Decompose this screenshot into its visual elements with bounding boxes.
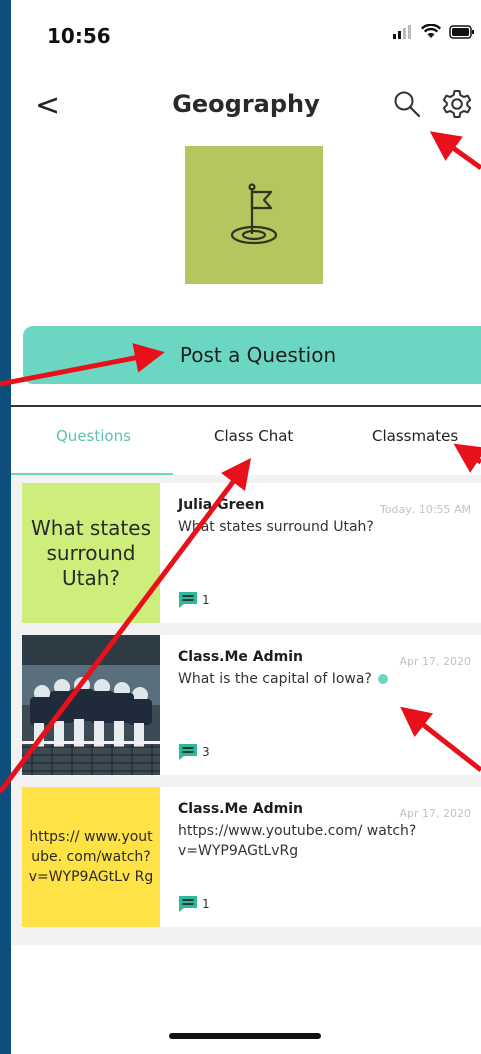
question-text: What is the capital of Iowa? [178, 671, 372, 687]
question-body: Class.Me Admin Apr 17, 2020 https://www.… [160, 787, 481, 927]
comment-count-value: 3 [202, 745, 210, 759]
question-card[interactable]: https:// www.youtube. com/watch? v=WYP9A… [22, 787, 481, 927]
comment-count: 1 [178, 591, 210, 609]
tab-class-chat[interactable]: Class Chat [214, 427, 293, 445]
question-date: Today, 10:55 AM [379, 503, 471, 516]
question-thumbnail [22, 635, 160, 775]
thumbnail-text: https:// www.youtube. com/watch? v=WYP9A… [28, 828, 154, 886]
comment-icon [179, 592, 197, 608]
battery-icon [449, 24, 474, 39]
wifi-icon [421, 24, 441, 38]
question-card[interactable]: Class.Me Admin Apr 17, 2020 What is the … [22, 635, 481, 775]
search-icon [394, 91, 421, 118]
question-text-row: What is the capital of Iowa? [178, 670, 467, 690]
question-thumbnail: What states surround Utah? [22, 483, 160, 623]
unread-dot [377, 674, 388, 684]
team-huddle-photo [22, 635, 160, 775]
thumbnail-text: What states surround Utah? [31, 515, 151, 590]
comment-icon [179, 896, 197, 912]
comment-icon [179, 744, 197, 760]
class-logo [185, 146, 323, 284]
signal-icon [393, 24, 411, 39]
comment-count: 1 [178, 895, 210, 913]
question-body: Class.Me Admin Apr 17, 2020 What is the … [160, 635, 481, 775]
gear-icon [442, 90, 472, 118]
question-body: Julia Green Today, 10:55 AM What states … [160, 483, 481, 623]
search-button[interactable] [393, 90, 421, 122]
question-text: What states surround Utah? [178, 519, 374, 535]
tab-bar: Questions Class Chat Classmates [11, 407, 481, 475]
question-card[interactable]: What states surround Utah? Julia Green T… [22, 483, 481, 623]
question-date: Apr 17, 2020 [399, 807, 471, 820]
question-text: https://www.youtube.com/ watch?v=WYP9AGt… [178, 823, 417, 859]
status-time: 10:56 [47, 24, 111, 48]
question-list: What states surround Utah? Julia Green T… [11, 475, 481, 945]
tab-questions[interactable]: Questions [56, 427, 131, 445]
phone-screen: 10:56 < Geography Post a Question Questi… [11, 0, 481, 1054]
flag-on-target-icon [230, 183, 278, 245]
question-thumbnail: https:// www.youtube. com/watch? v=WYP9A… [22, 787, 160, 927]
tab-classmates[interactable]: Classmates [372, 427, 458, 445]
comment-count-value: 1 [202, 593, 210, 607]
home-indicator [169, 1033, 321, 1039]
settings-button[interactable] [441, 88, 473, 124]
comment-count: 3 [178, 743, 210, 761]
question-date: Apr 17, 2020 [399, 655, 471, 668]
comment-count-value: 1 [202, 897, 210, 911]
status-icons [393, 24, 475, 39]
post-question-button[interactable]: Post a Question [23, 326, 481, 384]
